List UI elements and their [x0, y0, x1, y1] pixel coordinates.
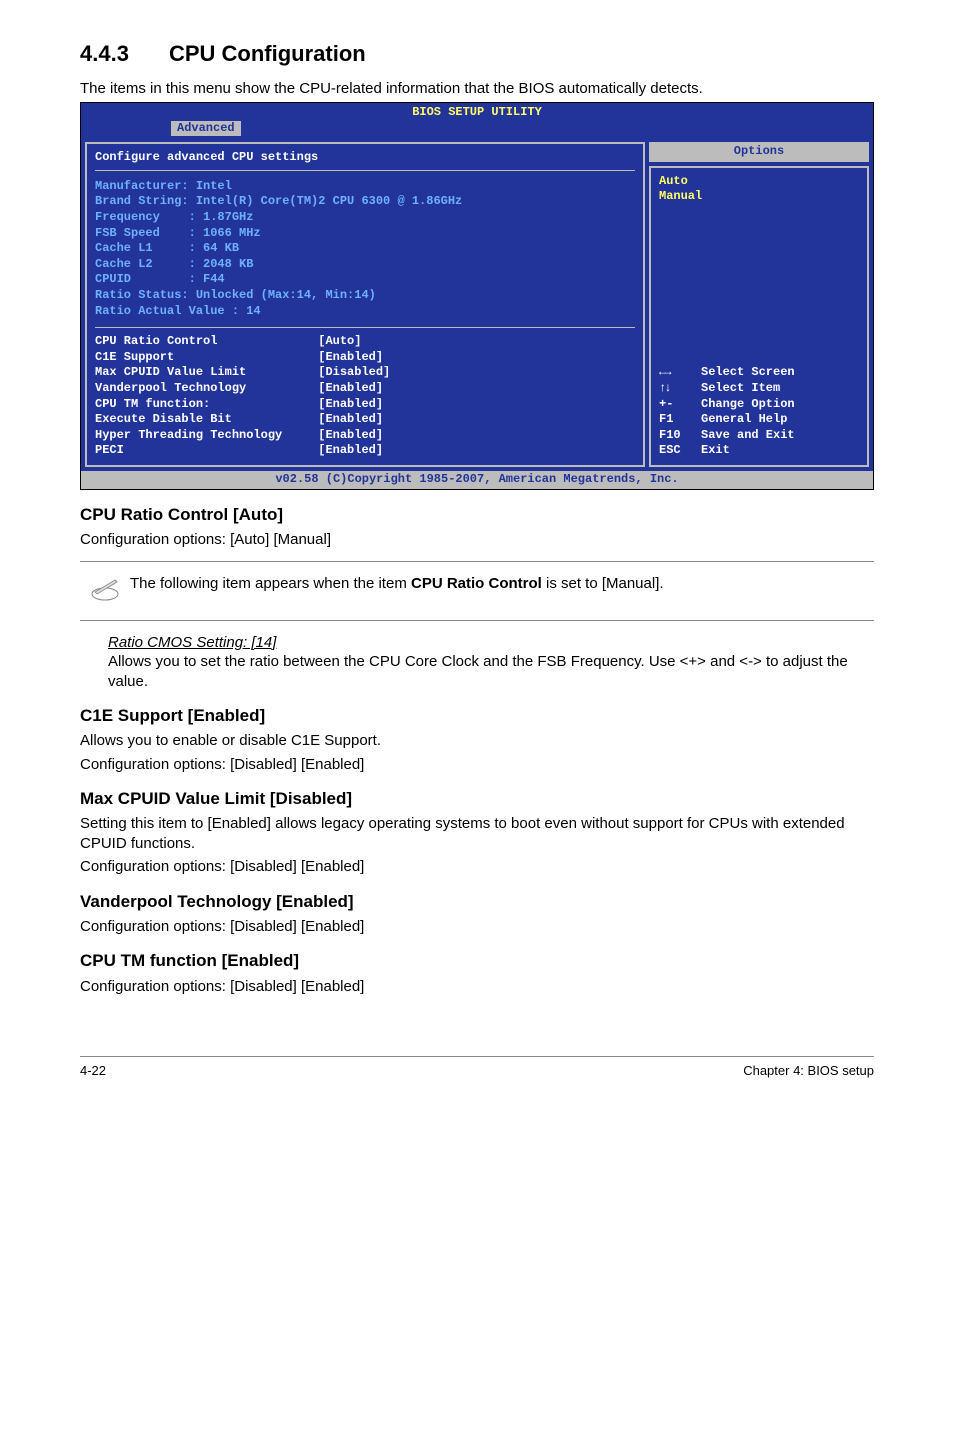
help-key: +-	[659, 397, 701, 413]
max-cpuid-body2: Configuration options: [Disabled] [Enabl…	[80, 857, 874, 877]
intro-text: The items in this menu show the CPU-rela…	[80, 79, 874, 99]
cpu-tm-heading: CPU TM function [Enabled]	[80, 950, 874, 972]
note-icon	[80, 572, 130, 610]
bios-options-header: Options	[649, 142, 869, 162]
bios-options-body: Auto Manual	[659, 174, 859, 205]
help-row: +-Change Option	[659, 397, 859, 413]
cpu-tm-body: Configuration options: [Disabled] [Enabl…	[80, 977, 874, 997]
section-heading: 4.4.3 CPU Configuration	[80, 40, 874, 69]
note-suffix: is set to [Manual].	[542, 575, 664, 592]
help-row: ←→Select Screen	[659, 365, 859, 381]
help-key: ←→	[659, 365, 701, 381]
cpu-ratio-body: Configuration options: [Auto] [Manual]	[80, 530, 874, 550]
help-text: Select Screen	[701, 365, 795, 381]
note-block: The following item appears when the item…	[80, 561, 874, 621]
vanderpool-heading: Vanderpool Technology [Enabled]	[80, 891, 874, 913]
bios-title: BIOS SETUP UTILITY	[81, 103, 873, 121]
max-cpuid-body1: Setting this item to [Enabled] allows le…	[80, 814, 874, 853]
section-title: CPU Configuration	[169, 41, 366, 66]
c1e-body1: Allows you to enable or disable C1E Supp…	[80, 731, 874, 751]
ratio-cmos-body: Allows you to set the ratio between the …	[108, 653, 848, 690]
bios-settings-list[interactable]: CPU Ratio Control [Auto] C1E Support [En…	[95, 327, 635, 459]
help-key: F10	[659, 428, 701, 444]
help-text: Exit	[701, 443, 730, 459]
section-number: 4.4.3	[80, 41, 129, 66]
bios-right-pane: Auto Manual ←→Select Screen ↑↓Select Ite…	[649, 166, 869, 467]
max-cpuid-heading: Max CPUID Value Limit [Disabled]	[80, 788, 874, 810]
bios-tabs: Advanced	[81, 121, 873, 137]
c1e-heading: C1E Support [Enabled]	[80, 705, 874, 727]
bios-left-pane: Configure advanced CPU settings Manufact…	[85, 142, 645, 467]
bios-footer: v02.58 (C)Copyright 1985-2007, American …	[81, 471, 873, 489]
help-row: ESCExit	[659, 443, 859, 459]
help-row: ↑↓Select Item	[659, 381, 859, 397]
ratio-cmos-heading: Ratio CMOS Setting: [14]	[108, 634, 276, 651]
vanderpool-body: Configuration options: [Disabled] [Enabl…	[80, 917, 874, 937]
note-bold: CPU Ratio Control	[411, 575, 542, 592]
cpu-ratio-heading: CPU Ratio Control [Auto]	[80, 504, 874, 526]
bios-config-header: Configure advanced CPU settings	[95, 150, 635, 166]
ratio-cmos-block: Ratio CMOS Setting: [14] Allows you to s…	[108, 633, 874, 692]
footer-left: 4-22	[80, 1063, 106, 1080]
help-text: Change Option	[701, 397, 795, 413]
bios-panel: BIOS SETUP UTILITY Advanced Configure ad…	[80, 102, 874, 489]
bios-help-block: ←→Select Screen ↑↓Select Item +-Change O…	[659, 365, 859, 459]
help-key: ESC	[659, 443, 701, 459]
footer-right: Chapter 4: BIOS setup	[743, 1063, 874, 1080]
note-prefix: The following item appears when the item	[130, 575, 411, 592]
help-key: ↑↓	[659, 381, 701, 397]
help-text: Save and Exit	[701, 428, 795, 444]
bios-cpu-info: Manufacturer: Intel Brand String: Intel(…	[95, 179, 635, 319]
help-key: F1	[659, 412, 701, 428]
help-text: General Help	[701, 412, 787, 428]
note-text: The following item appears when the item…	[130, 572, 874, 594]
help-text: Select Item	[701, 381, 780, 397]
page-footer: 4-22 Chapter 4: BIOS setup	[80, 1056, 874, 1080]
help-row: F10Save and Exit	[659, 428, 859, 444]
c1e-body2: Configuration options: [Disabled] [Enabl…	[80, 755, 874, 775]
bios-tab-advanced[interactable]: Advanced	[171, 121, 241, 137]
help-row: F1General Help	[659, 412, 859, 428]
